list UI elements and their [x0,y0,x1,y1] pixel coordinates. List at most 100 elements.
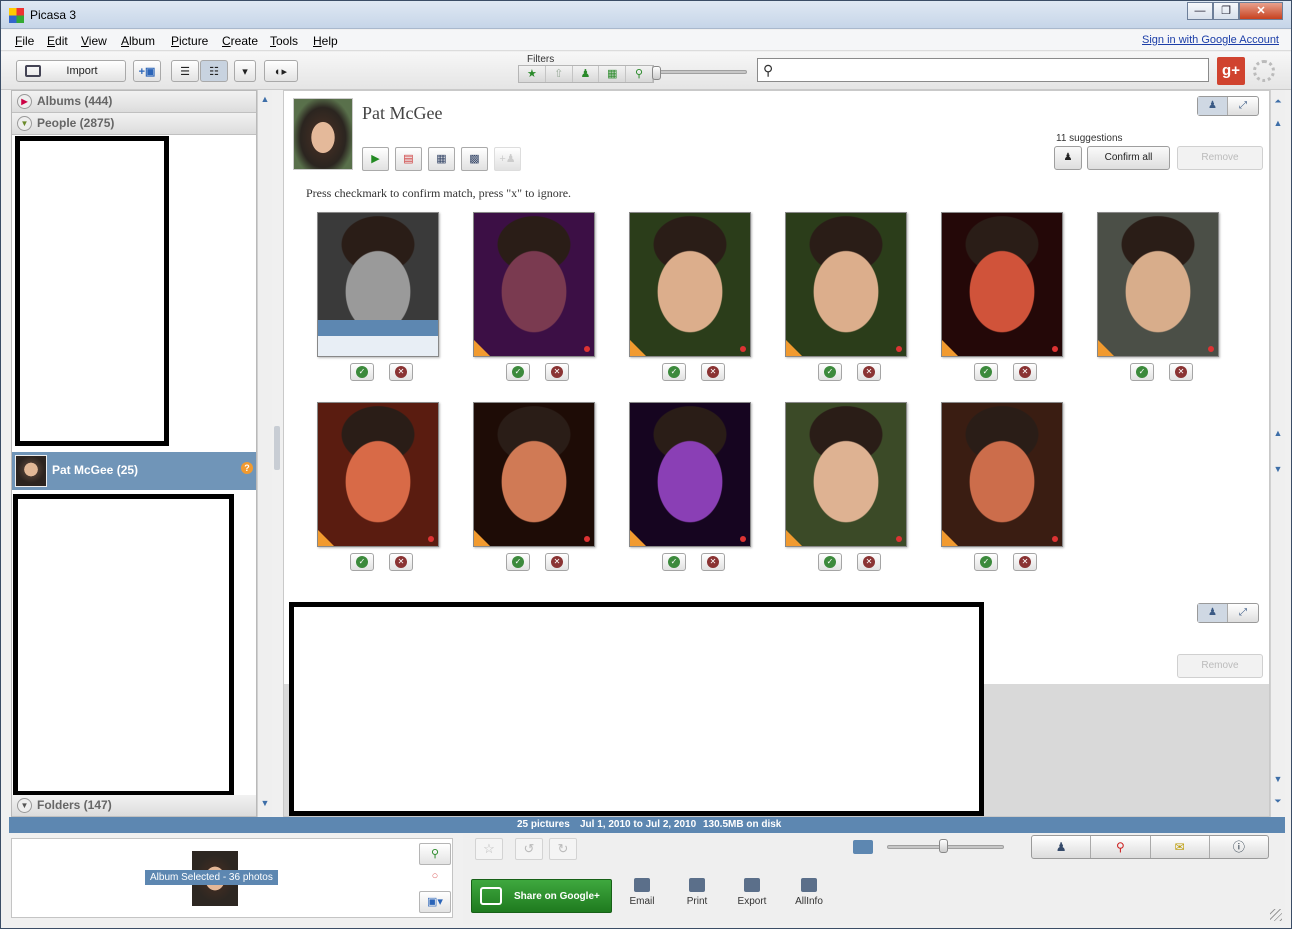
main-scrollbar[interactable]: ⏶ ▲ ▲ ▼ ▼ ⏷ [1270,90,1285,817]
face-suggestion-thumb[interactable] [785,402,907,547]
menu-tools[interactable]: Tools [270,34,298,48]
confirm-face-button[interactable]: ✓ [974,553,998,571]
people-manager-icon[interactable]: ◐▸ [264,60,298,82]
remove-button-2[interactable]: Remove [1177,654,1263,678]
ignore-face-button[interactable]: ✕ [545,553,569,571]
google-plus-icon[interactable]: g+ [1217,57,1245,85]
export-button[interactable]: Export [727,878,777,907]
scroll-top-icon[interactable]: ⏶ [1272,96,1284,107]
face-suggestion-thumb[interactable] [941,212,1063,357]
suggestions-toggle-icon[interactable]: ♟ [1054,146,1082,170]
face-view-icon[interactable]: ♟ [1198,604,1228,622]
filter-slider-track[interactable] [658,70,747,74]
menu-album[interactable]: Album [121,34,155,48]
menu-picture[interactable]: Picture [171,34,208,48]
star-icon[interactable]: ☆ [475,838,503,860]
people-panel-icon[interactable]: ♟ [1032,836,1092,858]
menu-edit[interactable]: Edit [47,34,68,48]
upload-filter-icon[interactable]: ⇧ [546,66,573,82]
ignore-face-button[interactable]: ✕ [1169,363,1193,381]
confirm-face-button[interactable]: ✓ [974,363,998,381]
add-to-album-button[interactable]: +▣ [133,60,161,82]
page-down-icon[interactable]: ▼ [1272,464,1284,474]
confirm-face-button[interactable]: ✓ [506,363,530,381]
confirm-face-button[interactable]: ✓ [506,553,530,571]
fullscreen-icon[interactable]: ⤢ [1228,97,1258,115]
share-google-plus-button[interactable]: Share on Google+ [471,879,612,913]
filter-slider-thumb[interactable] [652,66,661,80]
face-suggestion-thumb[interactable] [317,212,439,357]
ignore-face-button[interactable]: ✕ [857,363,881,381]
confirm-face-button[interactable]: ✓ [818,363,842,381]
minimize-button[interactable]: — [1187,2,1213,20]
import-button[interactable]: Import [16,60,126,82]
confirm-face-button[interactable]: ✓ [662,363,686,381]
menu-create[interactable]: Create [222,34,258,48]
face-suggestion-thumb[interactable] [629,212,751,357]
resize-grip-icon[interactable] [1270,909,1282,921]
tags-panel-icon[interactable]: ✉ [1151,836,1210,858]
face-suggestion-thumb[interactable] [473,212,595,357]
person-item-pat-mcgee[interactable]: Pat McGee (25) ? [12,452,256,490]
confirm-face-button[interactable]: ✓ [818,553,842,571]
close-button[interactable]: ✕ [1239,2,1283,20]
movie-icon[interactable]: ▦ [428,147,455,171]
menu-help[interactable]: Help [313,34,338,48]
slideshow-button[interactable]: ▶ [362,147,389,171]
confirm-face-button[interactable]: ✓ [1130,363,1154,381]
panel-splitter[interactable] [274,426,280,470]
view-dropdown-icon[interactable]: ▾ [234,60,256,82]
menu-file[interactable]: File [15,34,34,48]
blog-icon[interactable]: ▤ [395,147,422,171]
face-suggestion-thumb[interactable] [629,402,751,547]
tree-view-icon[interactable]: ☷ [200,60,228,82]
ignore-face-button[interactable]: ✕ [545,363,569,381]
properties-panel-icon[interactable]: ⓘ [1210,836,1268,858]
fullscreen-icon[interactable]: ⤢ [1228,604,1258,622]
pin-filter-icon[interactable]: ⚲ [626,66,653,82]
add-person-icon[interactable]: +♟ [494,147,521,171]
ignore-face-button[interactable]: ✕ [389,363,413,381]
face-suggestion-thumb[interactable] [1097,212,1219,357]
allinfo-button[interactable]: AllInfo [784,878,834,907]
menu-view[interactable]: View [81,34,107,48]
ignore-face-button[interactable]: ✕ [701,553,725,571]
print-button[interactable]: Print [672,878,722,907]
rotate-left-icon[interactable]: ↺ [515,838,543,860]
confirm-face-button[interactable]: ✓ [350,553,374,571]
person-title[interactable]: Pat McGee [362,103,442,124]
scroll-down-icon[interactable]: ▼ [1272,774,1284,784]
ignore-face-button[interactable]: ✕ [1013,363,1037,381]
confirm-face-button[interactable]: ✓ [350,363,374,381]
face-suggestion-thumb[interactable] [473,402,595,547]
clear-selection-icon[interactable]: ○ [419,866,451,888]
scroll-bottom-icon[interactable]: ⏷ [1272,796,1284,807]
hold-pin-icon[interactable]: ⚲ [419,843,451,865]
list-view-icon[interactable]: ☰ [171,60,199,82]
search-input[interactable]: ⚲ [757,58,1209,82]
ignore-face-button[interactable]: ✕ [701,363,725,381]
library-scrollbar[interactable]: ▲ ▼ [257,90,272,817]
confirm-all-button[interactable]: Confirm all [1087,146,1170,170]
remove-button[interactable]: Remove [1177,146,1263,170]
add-to-album-icon[interactable]: ▣▾ [419,891,451,913]
email-button[interactable]: Email [617,878,667,907]
albums-header[interactable]: ▶ Albums (444) [12,91,256,113]
face-suggestion-thumb[interactable] [317,402,439,547]
scroll-up-icon[interactable]: ▲ [1272,118,1284,128]
movie-filter-icon[interactable]: ▦ [599,66,627,82]
ignore-face-button[interactable]: ✕ [857,553,881,571]
zoom-slider-thumb[interactable] [939,839,948,853]
confirm-face-button[interactable]: ✓ [662,553,686,571]
ignore-face-button[interactable]: ✕ [389,553,413,571]
face-suggestion-thumb[interactable] [941,402,1063,547]
places-panel-icon[interactable]: ⚲ [1091,836,1151,858]
star-filter-icon[interactable]: ★ [519,66,546,82]
page-up-icon[interactable]: ▲ [1272,428,1284,438]
folders-header[interactable]: ▼ Folders (147) [12,795,256,817]
scroll-down-icon[interactable]: ▼ [259,798,271,808]
face-view-icon[interactable]: ♟ [1198,97,1228,115]
people-header[interactable]: ▼ People (2875) [12,113,256,135]
face-suggestion-thumb[interactable] [785,212,907,357]
collage-icon[interactable]: ▩ [461,147,488,171]
